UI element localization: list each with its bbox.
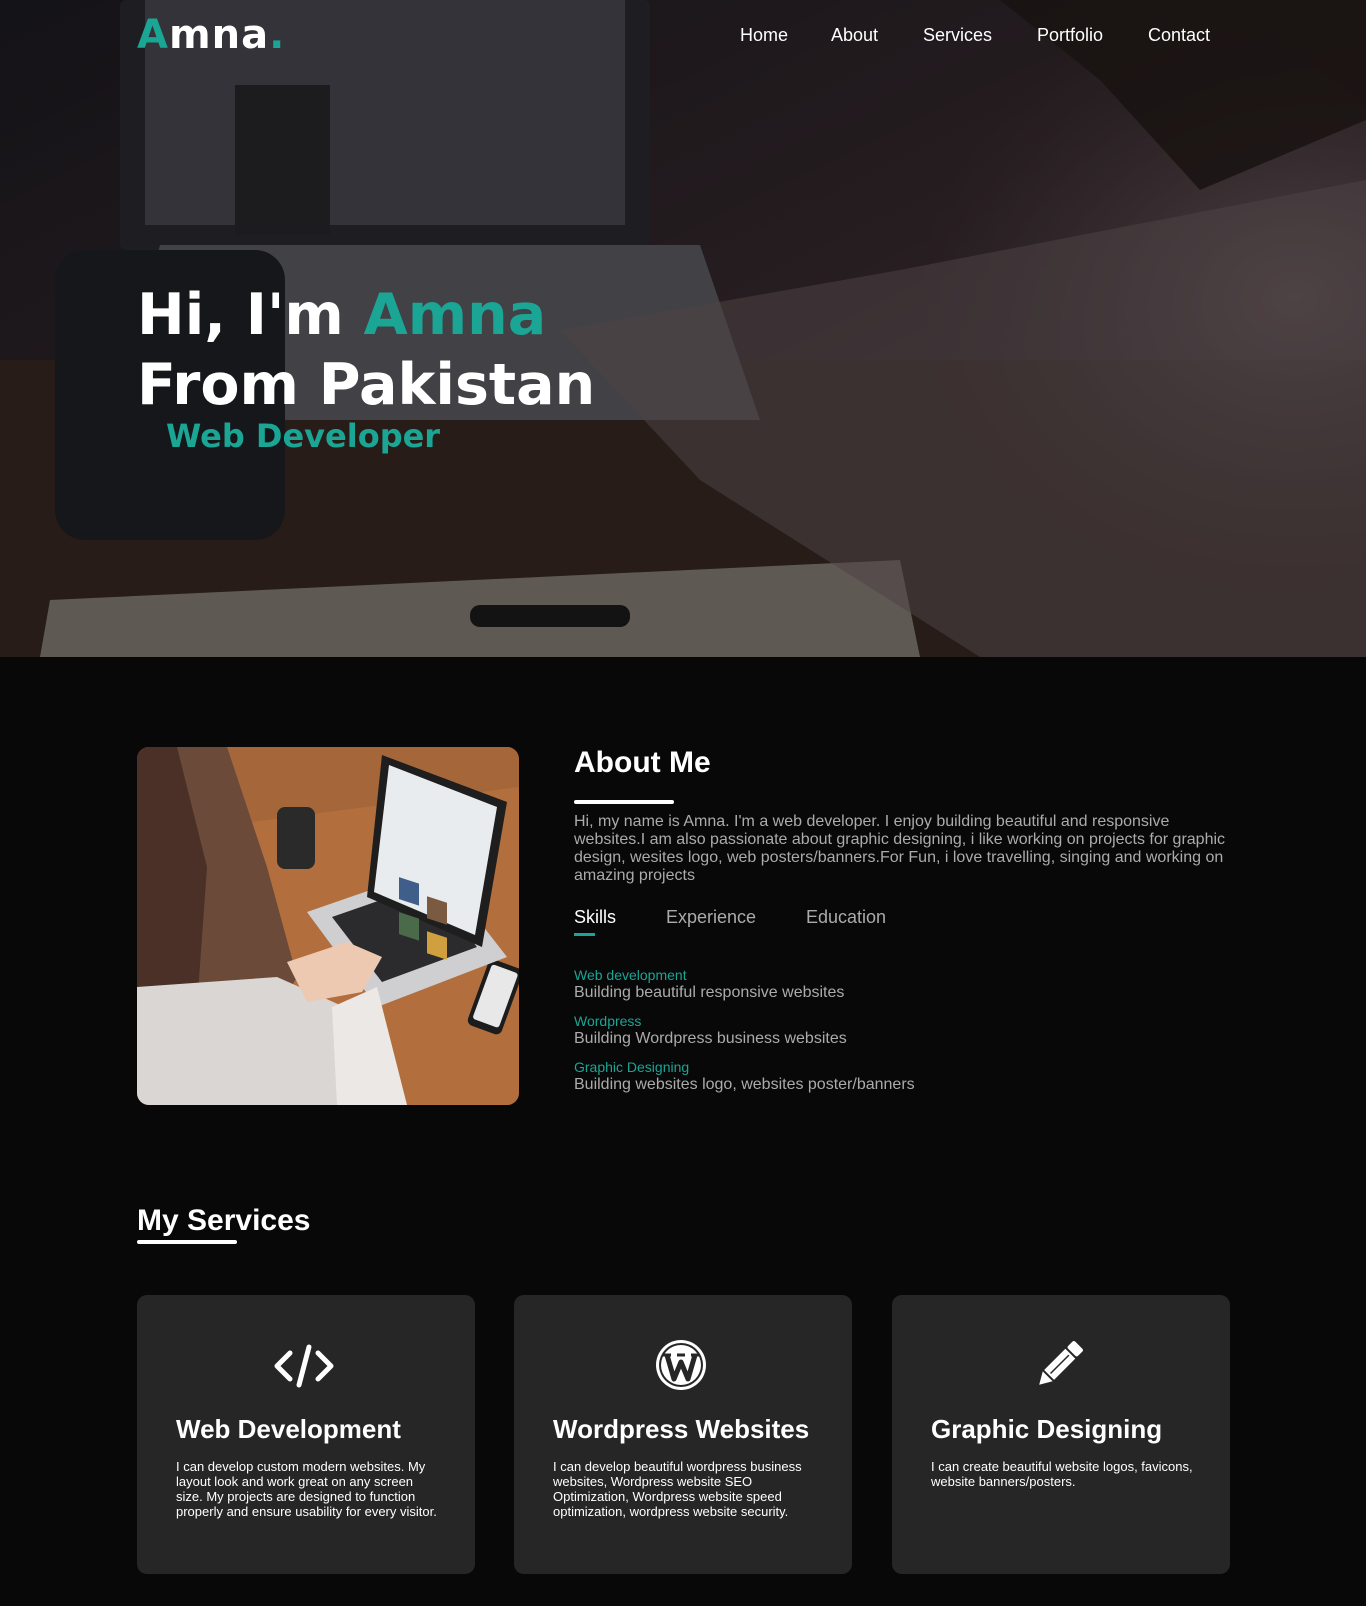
service-card-web-development: Web Development I can develop custom mod… — [137, 1295, 475, 1574]
skill-desc: Building Wordpress business websites — [574, 1030, 847, 1047]
skill-item: Wordpress Building Wordpress business we… — [574, 1013, 847, 1049]
about-photo — [137, 747, 519, 1105]
hero-name: Amna — [363, 282, 547, 348]
skill-item: Web development Building beautiful respo… — [574, 967, 844, 1003]
pencil-icon — [1039, 1341, 1083, 1385]
nav-services[interactable]: Services — [923, 22, 992, 48]
tab-skills[interactable]: Skills — [574, 905, 616, 929]
about-title: About Me — [574, 746, 711, 779]
code-icon — [274, 1344, 334, 1388]
skill-desc: Building websites logo, websites poster/… — [574, 1076, 915, 1093]
services-title-underline — [137, 1240, 237, 1244]
service-title: Graphic Designing — [931, 1414, 1163, 1444]
hero-location: From Pakistan — [137, 352, 596, 418]
service-title: Web Development — [176, 1414, 401, 1444]
service-description: I can create beautiful website logos, fa… — [931, 1459, 1193, 1489]
skill-name: Web development — [574, 967, 687, 983]
logo-dot: . — [269, 12, 286, 58]
logo-first-letter: A — [137, 12, 169, 58]
nav-contact[interactable]: Contact — [1148, 22, 1210, 48]
service-description: I can develop beautiful wordpress busine… — [553, 1459, 802, 1519]
skill-desc: Building beautiful responsive websites — [574, 984, 845, 1001]
hero-greeting: Hi, I'm — [137, 282, 364, 348]
skill-item: Graphic Designing Building websites logo… — [574, 1059, 915, 1095]
service-title: Wordpress Websites — [553, 1414, 810, 1444]
skill-name: Wordpress — [574, 1013, 642, 1029]
about-tabs: Skills Experience Education — [574, 905, 974, 937]
tab-education[interactable]: Education — [806, 905, 886, 929]
hero-section: Amna. Home About Services Portfolio Cont… — [0, 0, 1366, 657]
nav-about[interactable]: About — [831, 22, 878, 48]
active-tab-indicator — [574, 933, 595, 936]
service-description: I can develop custom modern websites. My… — [176, 1459, 437, 1519]
hero-role: Web Developer — [166, 417, 441, 455]
about-title-underline — [574, 800, 674, 804]
service-card-wordpress: Wordpress Websites I can develop beautif… — [514, 1295, 852, 1574]
logo-text: mna — [168, 12, 270, 58]
service-card-graphic-designing: Graphic Designing I can create beautiful… — [892, 1295, 1230, 1574]
skill-name: Graphic Designing — [574, 1059, 690, 1075]
services-title: My Services — [137, 1204, 311, 1237]
wordpress-icon — [656, 1340, 706, 1390]
nav-home[interactable]: Home — [740, 22, 788, 48]
tab-experience[interactable]: Experience — [666, 905, 756, 929]
about-description: Hi, my name is Amna. I'm a web developer… — [574, 813, 1226, 884]
hero-title: Hi, I'm Amna From Pakistan — [137, 280, 595, 420]
brand-logo[interactable]: Amna. — [137, 10, 285, 60]
nav-portfolio[interactable]: Portfolio — [1037, 22, 1103, 48]
